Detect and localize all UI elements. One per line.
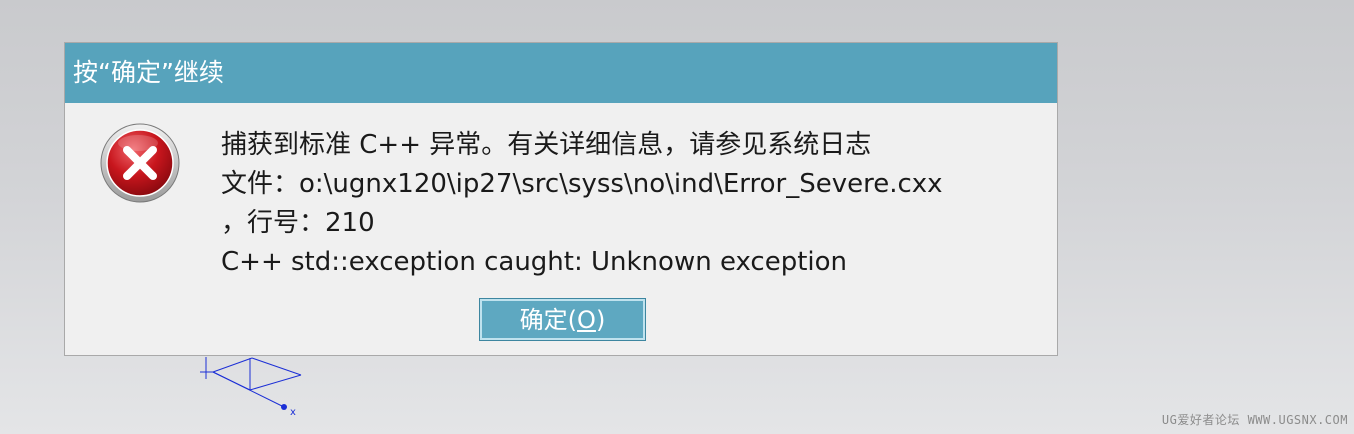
dialog-title: 按“确定”继续	[73, 58, 224, 87]
dialog-title-bar[interactable]: 按“确定”继续	[65, 43, 1057, 103]
error-dialog: 按“确定”继续 捕获到标准 C++ 异常。有关详细信息，请参见系统日志 文件：o…	[64, 42, 1058, 356]
error-message: 捕获到标准 C++ 异常。有关详细信息，请参见系统日志 文件：o:\ugnx12…	[221, 126, 1041, 282]
graphics-window[interactable]: x 按“确定”继续 捕获到标准 C++ 异常。有关详细信息，请参见系统日志 文件…	[0, 0, 1354, 434]
csys-axis-label: x	[290, 407, 296, 418]
ok-button[interactable]: 确定(O)	[479, 298, 646, 341]
message-line: 捕获到标准 C++ 异常。有关详细信息，请参见系统日志	[221, 130, 872, 160]
ok-button-mnemonic: O	[577, 305, 596, 334]
watermark: UG爱好者论坛 WWW.UGSNX.COM	[1161, 413, 1348, 427]
message-line: 文件：o:\ugnx120\ip27\src\syss\no\ind\Error…	[221, 169, 943, 199]
csys-axis-x	[212, 371, 285, 408]
message-line: C++ std::exception caught: Unknown excep…	[221, 247, 848, 277]
coordinate-system-triad: x	[200, 357, 302, 418]
message-line: ，行号：210	[221, 208, 375, 238]
error-icon	[100, 123, 180, 203]
